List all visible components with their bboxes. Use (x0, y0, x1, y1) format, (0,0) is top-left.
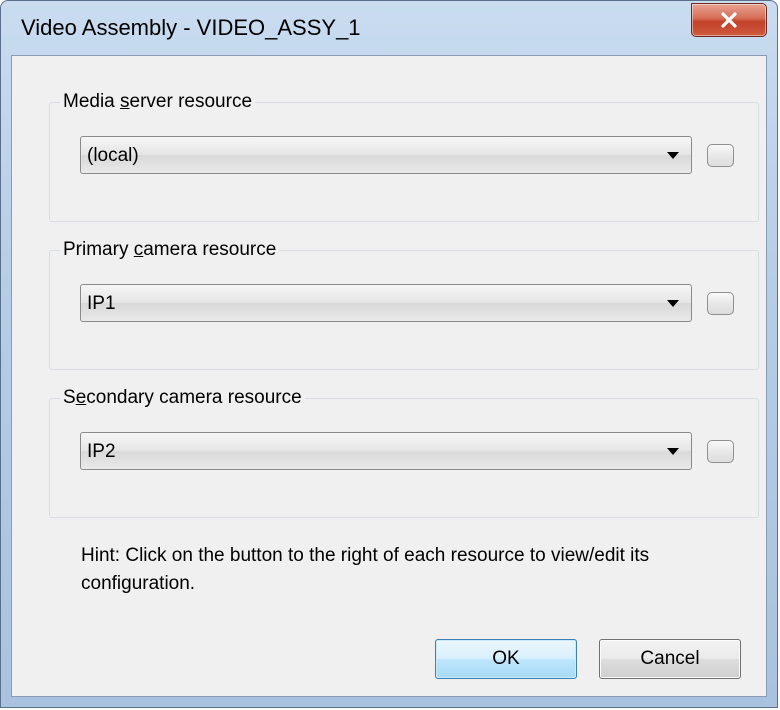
primary-camera-label: Primary camera resource (60, 238, 280, 262)
close-button[interactable] (691, 3, 767, 37)
chevron-down-icon (667, 448, 679, 455)
title-bar[interactable]: Video Assembly - VIDEO_ASSY_1 (1, 1, 777, 51)
secondary-camera-label: Secondary camera resource (60, 386, 305, 410)
media-server-group: Media server resource (local) (49, 90, 759, 222)
media-server-value: (local) (87, 145, 139, 166)
primary-camera-combo[interactable]: IP1 (80, 284, 692, 322)
secondary-camera-value: IP2 (87, 441, 116, 462)
ok-button[interactable]: OK (435, 639, 577, 679)
media-server-label: Media server resource (60, 90, 256, 114)
secondary-camera-config-button[interactable] (707, 440, 734, 463)
dialog-body: Media server resource (local) Primary ca… (11, 55, 767, 697)
cancel-button[interactable]: Cancel (599, 639, 741, 679)
primary-camera-group: Primary camera resource IP1 (49, 238, 759, 370)
hint-text: Hint: Click on the button to the right o… (81, 545, 650, 594)
secondary-camera-group: Secondary camera resource IP2 (49, 386, 759, 518)
primary-camera-value: IP1 (87, 293, 116, 314)
chevron-down-icon (667, 152, 679, 159)
dialog-window: Video Assembly - VIDEO_ASSY_1 Media serv… (0, 0, 778, 708)
media-server-combo[interactable]: (local) (80, 136, 692, 174)
close-icon (721, 12, 737, 28)
chevron-down-icon (667, 300, 679, 307)
primary-camera-config-button[interactable] (707, 292, 734, 315)
window-title: Video Assembly - VIDEO_ASSY_1 (21, 15, 361, 40)
secondary-camera-combo[interactable]: IP2 (80, 432, 692, 470)
media-server-config-button[interactable] (707, 144, 734, 167)
